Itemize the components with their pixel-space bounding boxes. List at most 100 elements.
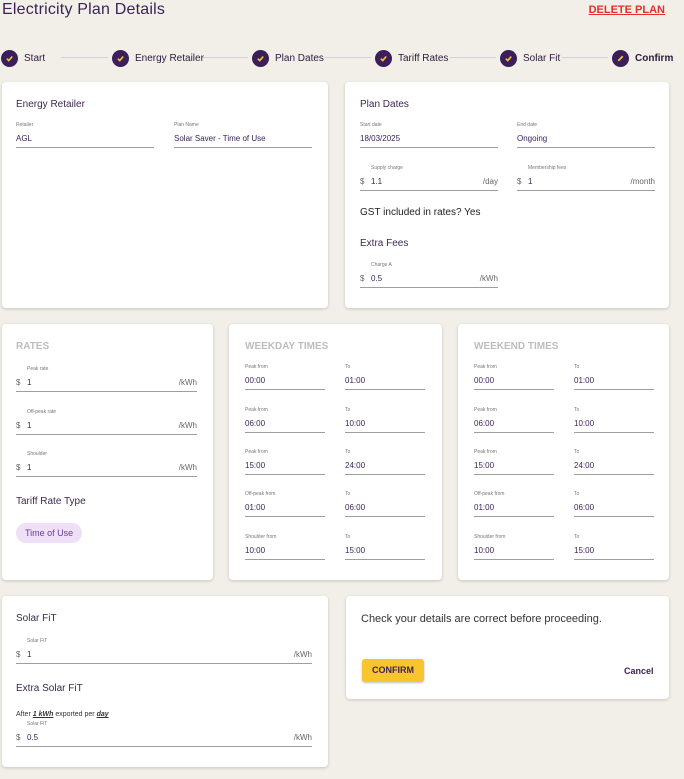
currency-prefix: $ [360, 177, 365, 186]
weekday-from-field[interactable]: Shoulder from 10:00 [245, 534, 325, 560]
weekend-from-field[interactable]: Peak from 15:00 [474, 449, 554, 475]
end-date-field[interactable]: End date Ongoing [517, 122, 655, 148]
weekend-to-field[interactable]: To 15:00 [574, 534, 654, 560]
field-label: Solar FiT [27, 721, 48, 727]
field-label: Peak from [474, 407, 497, 413]
unit-suffix: /kWh [178, 463, 197, 472]
delete-plan-link[interactable]: DELETE PLAN [589, 4, 665, 16]
field-label: Peak from [245, 364, 268, 370]
field-label: Peak from [245, 449, 268, 455]
weekday-to-field[interactable]: To 06:00 [345, 491, 425, 517]
weekday-to-field[interactable]: To 01:00 [345, 364, 425, 390]
weekday-to-field[interactable]: To 15:00 [345, 534, 425, 560]
plan-name-field[interactable]: Plan Name Solar Saver - Time of Use [174, 122, 312, 148]
field-value: 01:00 [474, 503, 495, 512]
stepper: Start Energy Retailer Plan Dates Tariff … [0, 48, 684, 68]
weekend-from-field[interactable]: Peak from 00:00 [474, 364, 554, 390]
field-value: 15:00 [574, 546, 595, 555]
currency-prefix: $ [16, 378, 21, 387]
currency-prefix: $ [16, 733, 21, 742]
field-label: To [574, 534, 580, 540]
weekend-to-field[interactable]: To 06:00 [574, 491, 654, 517]
weekday-to-field[interactable]: To 24:00 [345, 449, 425, 475]
unit-suffix: /kWh [178, 421, 197, 430]
unit-suffix: /month [630, 177, 655, 186]
weekend-to-field[interactable]: To 01:00 [574, 364, 654, 390]
field-value: 10:00 [574, 419, 595, 428]
solar-fit-field[interactable]: Solar FiT $ 1 /kWh [16, 638, 312, 664]
weekend-from-field[interactable]: Peak from 06:00 [474, 407, 554, 433]
weekend-to-field[interactable]: To 10:00 [574, 407, 654, 433]
field-value: 24:00 [574, 461, 595, 470]
weekday-from-field[interactable]: Peak from 00:00 [245, 364, 325, 390]
field-label: Membership fees [528, 165, 567, 171]
offpeak-rate-field[interactable]: Off-peak rate $ 1 /kWh [16, 409, 197, 435]
step-confirm[interactable]: Confirm [612, 48, 673, 68]
step-label: Start [24, 52, 46, 64]
weekday-from-field[interactable]: Peak from 06:00 [245, 407, 325, 433]
step-label: Tariff Rates [398, 52, 449, 64]
currency-prefix: $ [16, 421, 21, 430]
rates-card: RATES Peak rate $ 1 /kWh Off-peak rate $… [2, 324, 213, 580]
field-label: To [345, 491, 351, 497]
field-label: Off-peak rate [27, 409, 57, 415]
field-value: 06:00 [245, 419, 266, 428]
membership-fees-field[interactable]: Membership fees $ 1 /month [517, 165, 655, 191]
field-value: 1 [27, 650, 32, 659]
field-label: To [345, 449, 351, 455]
field-value: 1 [27, 463, 32, 472]
charge-a-field[interactable]: Charge A $ 0.5 /kWh [360, 262, 498, 288]
weekday-from-field[interactable]: Off-peak from 01:00 [245, 491, 325, 517]
stepper-connector [202, 57, 248, 58]
field-label: Off-peak from [474, 491, 505, 497]
field-value: 10:00 [474, 546, 495, 555]
field-label: To [574, 364, 580, 370]
weekend-times-card: WEEKEND TIMES Peak from 00:00 To 01:00 P… [458, 324, 669, 580]
field-value: Solar Saver - Time of Use [174, 134, 266, 143]
step-solar-fit[interactable]: Solar Fit [500, 48, 560, 68]
extra-fees-title: Extra Fees [360, 238, 409, 249]
step-plan-dates[interactable]: Plan Dates [252, 48, 324, 68]
weekday-from-field[interactable]: Peak from 15:00 [245, 449, 325, 475]
check-icon [1, 49, 18, 67]
weekend-from-field[interactable]: Off-peak from 01:00 [474, 491, 554, 517]
step-energy-retailer[interactable]: Energy Retailer [112, 48, 204, 68]
confirm-button[interactable]: CONFIRM [362, 659, 424, 682]
peak-rate-field[interactable]: Peak rate $ 1 /kWh [16, 366, 197, 392]
unit-suffix: /day [482, 177, 498, 186]
step-tariff-rates[interactable]: Tariff Rates [375, 48, 448, 68]
step-label: Solar Fit [523, 52, 561, 64]
field-label: Peak from [474, 364, 497, 370]
weekend-to-field[interactable]: To 24:00 [574, 449, 654, 475]
pencil-icon [612, 49, 629, 67]
field-label: Shoulder from [474, 534, 506, 540]
retailer-field[interactable]: Retailer AGL [16, 122, 154, 148]
note-period-link[interactable]: day [97, 711, 109, 718]
field-value: 06:00 [345, 503, 366, 512]
field-label: Peak from [245, 407, 268, 413]
solar-fit-card: Solar FiT Solar FiT $ 1 /kWh Extra Solar… [2, 596, 328, 767]
start-date-field[interactable]: Start date 18/03/2025 [360, 122, 498, 148]
field-label: Peak rate [27, 366, 49, 372]
tariff-type-chip[interactable]: Time of Use [16, 523, 83, 543]
page-title: Electricity Plan Details [2, 1, 166, 18]
field-value: 0.5 [371, 274, 383, 283]
stepper-connector [325, 57, 371, 58]
stepper-connector [450, 57, 496, 58]
extra-solar-fit-field[interactable]: Solar FiT $ 0.5 /kWh [16, 721, 312, 747]
note-text: After [16, 711, 31, 718]
weekend-from-field[interactable]: Shoulder from 10:00 [474, 534, 554, 560]
check-icon [375, 49, 392, 67]
field-value: 24:00 [345, 461, 366, 470]
stepper-connector [61, 57, 108, 58]
cancel-button[interactable]: Cancel [624, 666, 654, 676]
field-value: 15:00 [245, 461, 266, 470]
field-value: 0.5 [27, 733, 39, 742]
weekday-to-field[interactable]: To 10:00 [345, 407, 425, 433]
supply-charge-field[interactable]: Supply charge $ 1.1 /day [360, 165, 498, 191]
step-start[interactable]: Start [1, 48, 45, 68]
step-label: Plan Dates [275, 52, 324, 64]
note-amount-link[interactable]: 1 kWh [33, 711, 54, 718]
shoulder-rate-field[interactable]: Shoulder $ 1 /kWh [16, 451, 197, 477]
check-icon [252, 49, 269, 67]
